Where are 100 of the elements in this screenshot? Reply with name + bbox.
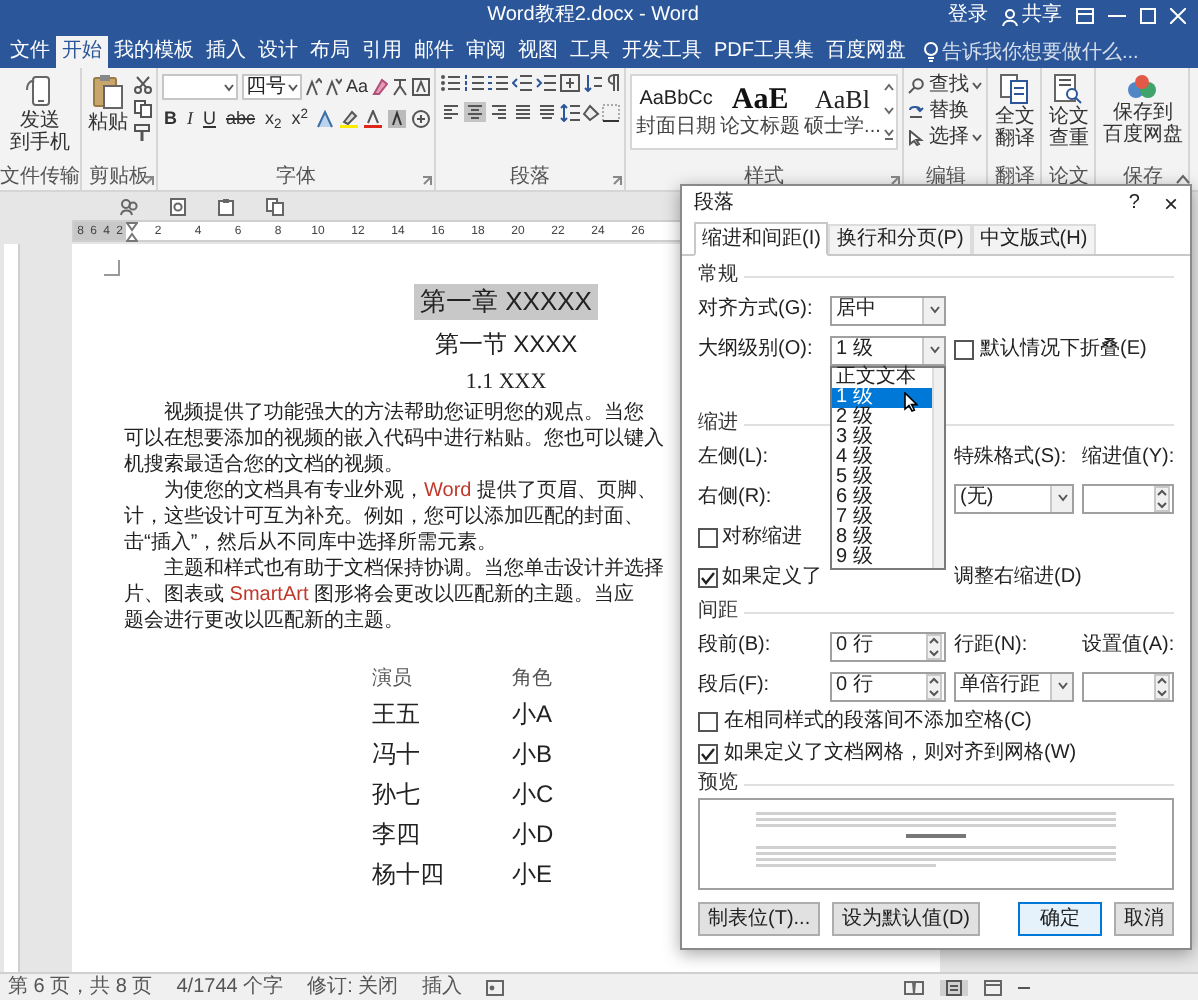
dialog-button[interactable]: 确定 xyxy=(1018,902,1102,936)
dialog-button[interactable]: 制表位(T)... xyxy=(698,902,821,936)
checkbox[interactable] xyxy=(698,568,718,588)
list-option[interactable]: 正文文本 xyxy=(832,367,932,387)
list-option[interactable]: 7 级 xyxy=(832,507,932,527)
list-option[interactable]: 9 级 xyxy=(832,547,932,567)
line-spacing-icon[interactable] xyxy=(560,103,581,121)
document-check-icon[interactable] xyxy=(170,197,186,215)
align-distributed-button[interactable] xyxy=(536,102,559,122)
multilevel-list-icon[interactable] xyxy=(488,74,509,92)
numbering-icon[interactable] xyxy=(464,74,485,92)
list-option[interactable]: 6 级 xyxy=(832,487,932,507)
gallery-scroll-icon[interactable] xyxy=(882,78,897,146)
font-name-field[interactable] xyxy=(162,74,238,100)
checkbox[interactable] xyxy=(698,528,718,548)
collapse-ribbon-icon[interactable] xyxy=(1176,174,1190,184)
ribbon-tab[interactable]: 设计 xyxy=(252,36,304,68)
highlighter-icon[interactable] xyxy=(340,110,359,128)
spin-arrows-icon[interactable] xyxy=(1154,485,1170,511)
enclosed-character-icon[interactable] xyxy=(412,110,431,128)
brush-icon[interactable] xyxy=(134,124,152,142)
checkbox[interactable] xyxy=(698,744,718,764)
sort-icon[interactable] xyxy=(584,74,603,92)
ribbon-display-icon[interactable] xyxy=(1076,8,1094,24)
checkbox[interactable] xyxy=(698,712,718,732)
dialog-launcher-icon[interactable] xyxy=(422,176,433,186)
share-button[interactable]: 共享 xyxy=(1002,6,1062,26)
space-before-spinner[interactable]: 0 行 xyxy=(830,631,946,661)
align-left-button[interactable] xyxy=(440,102,463,122)
decrease-indent-icon[interactable] xyxy=(512,74,533,92)
align-center-button[interactable] xyxy=(464,102,487,122)
replace-button[interactable]: 替换 xyxy=(908,100,983,124)
web-layout-icon[interactable] xyxy=(984,979,1002,995)
outline-level-dropdown[interactable]: 1 级 xyxy=(830,335,946,365)
list-option[interactable]: 4 级 xyxy=(832,447,932,467)
translate-button[interactable]: 全文 翻译 xyxy=(992,74,1037,150)
ribbon-tab[interactable]: 百度网盘 xyxy=(820,36,912,68)
align-right-button[interactable] xyxy=(488,102,511,122)
ribbon-tab[interactable]: 我的模板 xyxy=(108,36,200,68)
checkbox[interactable] xyxy=(954,340,974,360)
ribbon-tab[interactable]: 审阅 xyxy=(460,36,512,68)
ribbon-tab[interactable]: 工具 xyxy=(564,36,616,68)
space-after-spinner[interactable]: 0 行 xyxy=(830,671,946,701)
list-option[interactable]: 8 级 xyxy=(832,527,932,547)
plagiarism-check-button[interactable]: 论文 查重 xyxy=(1046,74,1091,150)
borders-icon[interactable] xyxy=(602,103,621,121)
close-button[interactable]: × xyxy=(1163,192,1178,216)
document-copy-icon[interactable] xyxy=(266,197,284,215)
dialog-tab[interactable]: 换行和分页(P) xyxy=(828,224,972,254)
copy-icon[interactable] xyxy=(134,100,152,118)
paragraph-marks-icon[interactable] xyxy=(606,74,621,92)
save-to-cloud-button[interactable]: 保存到 百度网盘 xyxy=(1100,74,1185,146)
style-item[interactable]: AaE 论文标题 xyxy=(718,84,803,140)
help-button[interactable]: ? xyxy=(1128,194,1140,214)
bold-button[interactable]: B xyxy=(162,110,179,128)
find-button[interactable]: 查找 xyxy=(908,74,983,98)
alignment-dropdown[interactable]: 居中 xyxy=(830,295,946,325)
dialog-tab[interactable]: 中文版式(H) xyxy=(971,224,1096,254)
list-option[interactable]: 5 级 xyxy=(832,467,932,487)
shading-icon[interactable] xyxy=(582,103,601,121)
strikethrough-button[interactable]: abc xyxy=(224,110,258,128)
style-item[interactable]: AaBbCc 封面日期 xyxy=(634,84,719,140)
list-option[interactable]: 2 级 xyxy=(832,407,932,427)
list-option[interactable]: 3 级 xyxy=(832,427,932,447)
character-shading-icon[interactable] xyxy=(388,110,407,128)
maximize-icon[interactable] xyxy=(1140,8,1156,24)
font-color-icon[interactable] xyxy=(364,110,383,128)
shrink-font-icon[interactable] xyxy=(326,78,342,96)
dialog-button[interactable]: 取消 xyxy=(1114,902,1174,936)
spin-arrows-icon[interactable] xyxy=(1154,673,1170,699)
dialog-tab[interactable]: 缩进和间距(I) xyxy=(694,222,829,256)
increase-indent-icon[interactable] xyxy=(536,74,557,92)
underline-button[interactable]: U xyxy=(201,110,218,128)
print-layout-button[interactable] xyxy=(940,979,968,995)
close-icon[interactable] xyxy=(1170,8,1186,24)
grow-font-icon[interactable] xyxy=(306,78,322,96)
special-indent-dropdown[interactable]: (无) xyxy=(954,483,1074,513)
select-button[interactable]: 选择 xyxy=(908,126,983,150)
character-border-icon[interactable] xyxy=(412,78,431,96)
ribbon-tab[interactable]: 插入 xyxy=(200,36,252,68)
ribbon-tab[interactable]: 开发工具 xyxy=(616,36,708,68)
scissors-icon[interactable] xyxy=(134,76,152,94)
macro-record-icon[interactable] xyxy=(486,979,505,995)
ribbon-tab[interactable]: 视图 xyxy=(512,36,564,68)
people-icon[interactable] xyxy=(120,197,138,215)
style-item[interactable]: AaBl 硕士学... xyxy=(802,84,883,140)
align-justify-button[interactable] xyxy=(512,102,535,122)
send-to-phone-button[interactable]: 发送 到手机 xyxy=(8,74,72,154)
dialog-launcher-icon[interactable] xyxy=(890,176,901,186)
subscript-button[interactable]: x$_{2}$ xyxy=(263,110,284,128)
clipboard-small-icon[interactable] xyxy=(218,197,234,215)
ribbon-tab[interactable]: 引用 xyxy=(356,36,408,68)
font-size-field[interactable]: 四号 xyxy=(242,74,302,100)
list-scrollbar[interactable] xyxy=(932,367,944,567)
bullets-icon[interactable] xyxy=(440,74,461,92)
ribbon-tab[interactable]: 开始 xyxy=(56,36,108,68)
ribbon-tab[interactable]: 文件 xyxy=(4,36,56,68)
dialog-launcher-icon[interactable] xyxy=(612,176,623,186)
zoom-out-icon[interactable] xyxy=(1018,981,1030,993)
dialog-launcher-icon[interactable] xyxy=(144,176,154,186)
